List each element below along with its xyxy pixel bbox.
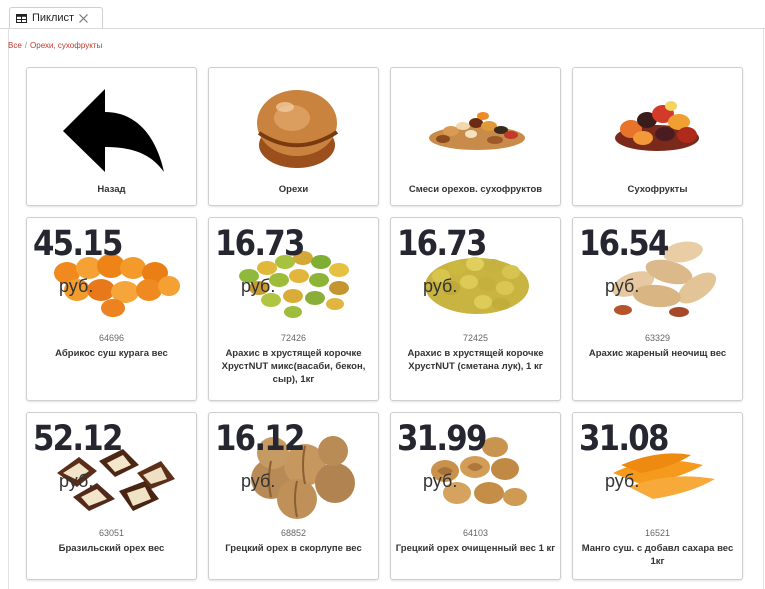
category-name: Орехи [278, 184, 309, 195]
product-code: 68852 [280, 528, 307, 538]
product-card[interactable]: 45.15 руб. 64696 Абрикос суш курага вес [26, 217, 197, 401]
product-name: Арахис в хрустящей корочке ХрустNUT (сме… [407, 348, 544, 372]
product-name: Грецкий орех очищенный вес 1 кг [395, 543, 556, 554]
product-name: Грецкий орех в скорлупе вес [225, 543, 362, 554]
product-name: Бразильский орех вес [58, 543, 165, 554]
breadcrumb-current: Орехи, сухофрукты [30, 41, 103, 50]
tab-label: Пиклист [32, 12, 75, 24]
product-card[interactable]: 16.54 руб. 63329 Арахис жареный неочищ в… [572, 217, 743, 401]
product-card[interactable]: 16.73 руб. 72426 Арахис в хрустящей коро… [208, 217, 379, 401]
product-code: 72425 [462, 333, 489, 343]
product-card[interactable]: 16.12 руб. 68852 Грецкий орех в скорлупе… [208, 412, 379, 580]
category-name: Назад [97, 184, 126, 195]
category-name: Сухофрукты [627, 184, 688, 195]
currency-label: руб. [241, 471, 276, 491]
currency-label: руб. [423, 471, 458, 491]
product-code: 64696 [98, 333, 125, 343]
product-card[interactable]: 52.12 руб. 63051 Бразильский орех вес [26, 412, 197, 580]
tab-bar: Пиклист [0, 0, 765, 29]
currency-label: руб. [423, 276, 458, 296]
category-card-dried-fruit[interactable]: Сухофрукты [572, 67, 743, 206]
breadcrumb-root-link[interactable]: Все [8, 41, 22, 50]
table-icon [16, 13, 27, 23]
currency-label: руб. [605, 276, 640, 296]
price-label: 16.73 [215, 224, 305, 264]
price-label: 16.12 [215, 419, 305, 459]
breadcrumb: Все / Орехи, сухофрукты [8, 41, 102, 50]
category-card-nuts[interactable]: Орехи [208, 67, 379, 206]
price-label: 31.99 [397, 419, 487, 459]
category-card-back[interactable]: Назад [26, 67, 197, 206]
product-name: Арахис жареный неочищ вес [588, 348, 727, 359]
price-label: 16.73 [397, 224, 487, 264]
product-name: Абрикос суш курага вес [55, 348, 168, 359]
close-icon[interactable] [78, 13, 89, 24]
product-name: Манго суш. с добавл сахара вес 1кг [581, 543, 734, 567]
dried-fruit-image [615, 101, 699, 151]
category-name: Смеси орехов. сухофруктов [408, 184, 543, 195]
price-label: 16.54 [579, 224, 669, 264]
category-card-nut-mix[interactable]: Смеси орехов. сухофруктов [390, 67, 561, 206]
tab-picklist[interactable]: Пиклист [9, 7, 103, 28]
currency-label: руб. [59, 471, 94, 491]
currency-label: руб. [59, 276, 94, 296]
product-code: 16521 [644, 528, 671, 538]
product-card[interactable]: 16.73 руб. 72425 Арахис в хрустящей коро… [390, 217, 561, 401]
product-code: 63051 [98, 528, 125, 538]
product-name: Арахис в хрустящей корочке ХрустNUT микс… [221, 348, 366, 385]
price-label: 52.12 [33, 419, 123, 459]
currency-label: руб. [241, 276, 276, 296]
hazelnut-image [257, 90, 339, 168]
nut-mix-image [429, 112, 525, 150]
breadcrumb-separator: / [24, 41, 28, 50]
product-code: 64103 [462, 528, 489, 538]
product-code: 72426 [280, 333, 307, 343]
product-card[interactable]: 31.08 руб. 16521 Манго суш. с добавл сах… [572, 412, 743, 580]
price-label: 45.15 [33, 224, 123, 264]
product-card[interactable]: 31.99 руб. 64103 Грецкий орех очищенный … [390, 412, 561, 580]
back-arrow-icon [63, 89, 164, 172]
currency-label: руб. [605, 471, 640, 491]
price-label: 31.08 [579, 419, 669, 459]
product-code: 63329 [644, 333, 671, 343]
